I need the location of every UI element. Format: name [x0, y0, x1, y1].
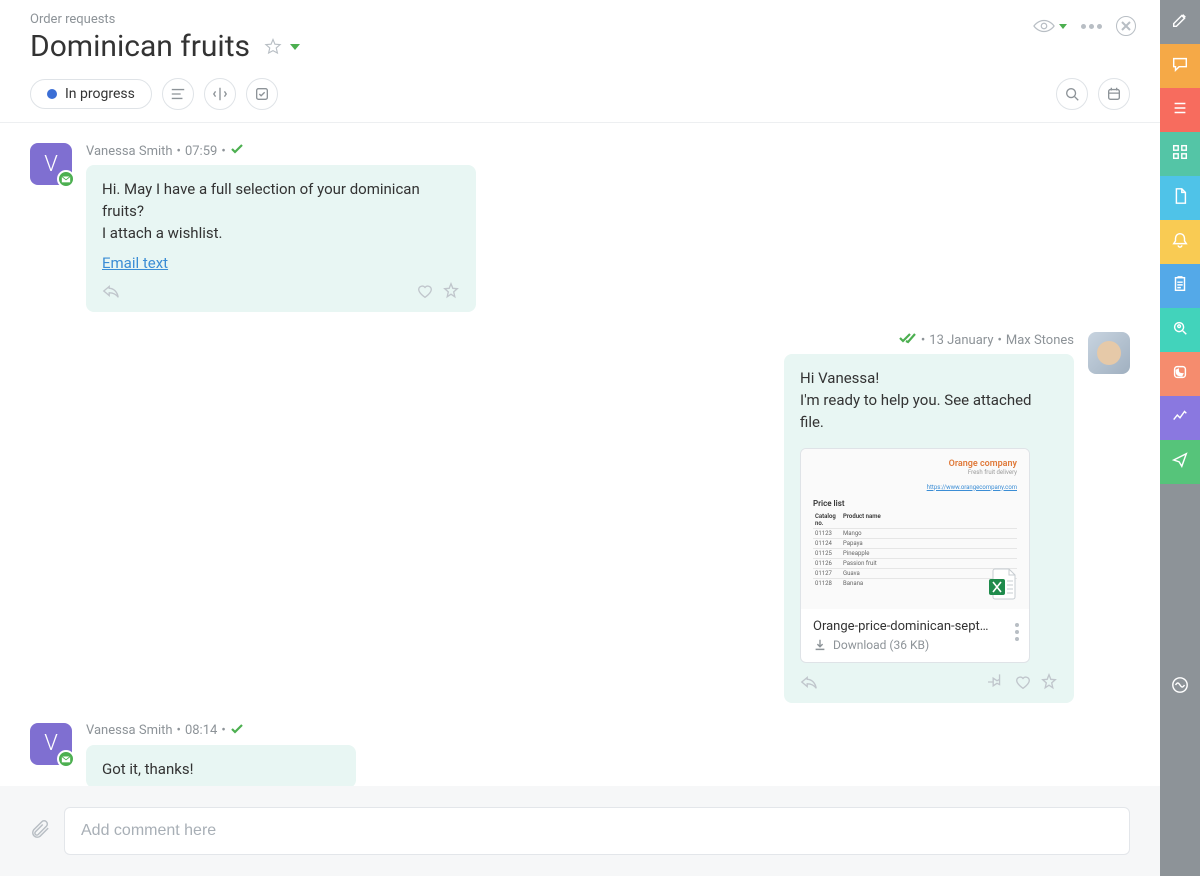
avatar[interactable]: [1088, 332, 1130, 374]
attachment-preview[interactable]: Orange company Fresh fruit delivery http…: [801, 449, 1029, 609]
mail-badge-icon: [57, 170, 75, 188]
attachment-card: Orange company Fresh fruit delivery http…: [800, 448, 1030, 663]
comment-bar: [0, 786, 1160, 876]
message-row: V Vanessa Smith • 08:14 • Got it, thanks…: [30, 723, 1130, 787]
watchers-button[interactable]: [1033, 17, 1067, 35]
status-pill[interactable]: In progress: [30, 79, 152, 109]
check-icon: [230, 143, 244, 159]
search-person-icon[interactable]: [1160, 308, 1200, 352]
right-sidebar: [1160, 0, 1200, 876]
pin-button[interactable]: [988, 673, 1006, 695]
attachment-more-button[interactable]: [1015, 623, 1019, 641]
close-button[interactable]: [1116, 16, 1136, 36]
wave-icon[interactable]: [1160, 484, 1200, 876]
attachment-filename: Orange-price-dominican-sept…: [813, 619, 1017, 634]
list-icon[interactable]: [1160, 88, 1200, 132]
conversation-thread: V Vanessa Smith • 07:59 • Hi. May I have…: [0, 123, 1160, 786]
page-title: Dominican fruits: [30, 29, 250, 64]
message-bubble: Got it, thanks!: [86, 745, 356, 787]
title-dropdown-caret-icon[interactable]: [290, 44, 300, 50]
bell-icon[interactable]: [1160, 220, 1200, 264]
double-check-icon: [899, 332, 917, 348]
excel-file-icon: [987, 567, 1021, 601]
star-button[interactable]: [442, 282, 460, 304]
attach-file-button[interactable]: [30, 819, 50, 843]
message-bubble: Hi Vanessa! I'm ready to help you. See a…: [784, 354, 1074, 702]
download-button[interactable]: Download (36 KB): [813, 638, 1017, 652]
mail-badge-icon: [57, 750, 75, 768]
message-row: • 13 January • Max Stones Hi Vanessa! I'…: [30, 332, 1130, 702]
search-button[interactable]: [1056, 78, 1088, 110]
milestone-button[interactable]: [204, 78, 236, 110]
message-text: Hi Vanessa! I'm ready to help you. See a…: [800, 368, 1058, 433]
reply-button[interactable]: [102, 282, 120, 304]
reply-button[interactable]: [800, 673, 818, 695]
page-header: Order requests Dominican fruits: [0, 0, 1160, 64]
checklist-button[interactable]: [246, 78, 278, 110]
edit-icon[interactable]: [1160, 0, 1200, 44]
email-text-link[interactable]: Email text: [102, 254, 168, 272]
message-text: Hi. May I have a full selection of your …: [102, 179, 460, 244]
phone-icon[interactable]: [1160, 352, 1200, 396]
message-meta: Vanessa Smith • 07:59 •: [86, 143, 476, 159]
like-button[interactable]: [416, 282, 434, 304]
check-icon: [230, 723, 244, 739]
message-bubble: Hi. May I have a full selection of your …: [86, 165, 476, 312]
message-text: Got it, thanks!: [102, 759, 340, 781]
message-meta: Vanessa Smith • 08:14 •: [86, 723, 356, 739]
toolbar: In progress: [0, 64, 1160, 123]
favorite-button[interactable]: [264, 38, 282, 56]
chevron-down-icon: [1059, 24, 1067, 29]
status-label: In progress: [65, 86, 135, 102]
file-icon[interactable]: [1160, 176, 1200, 220]
comment-input[interactable]: [64, 807, 1130, 855]
message-meta: • 13 January • Max Stones: [899, 332, 1074, 348]
status-dot-icon: [47, 89, 57, 99]
send-icon[interactable]: [1160, 440, 1200, 484]
calendar-button[interactable]: [1098, 78, 1130, 110]
like-button[interactable]: [1014, 673, 1032, 695]
apps-icon[interactable]: [1160, 132, 1200, 176]
more-menu-button[interactable]: [1081, 24, 1102, 29]
message-row: V Vanessa Smith • 07:59 • Hi. May I have…: [30, 143, 1130, 312]
analytics-icon[interactable]: [1160, 396, 1200, 440]
align-button[interactable]: [162, 78, 194, 110]
clipboard-icon[interactable]: [1160, 264, 1200, 308]
avatar[interactable]: V: [30, 723, 72, 765]
chat-icon[interactable]: [1160, 44, 1200, 88]
star-button[interactable]: [1040, 673, 1058, 695]
breadcrumb[interactable]: Order requests: [30, 12, 1130, 27]
avatar[interactable]: V: [30, 143, 72, 185]
